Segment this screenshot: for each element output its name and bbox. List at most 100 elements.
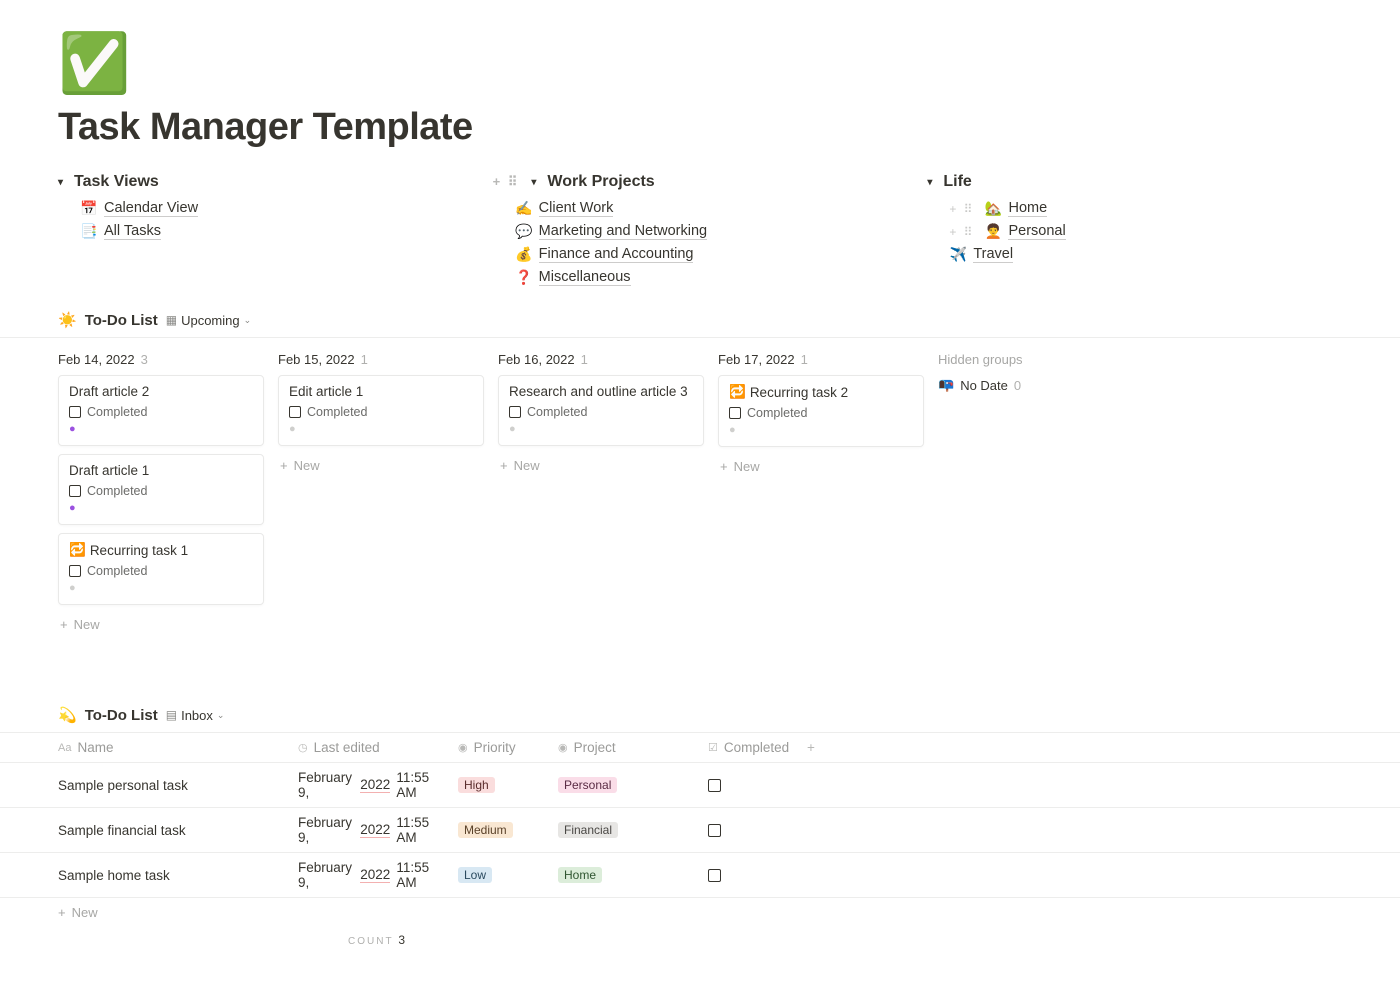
card-title: Research and outline article 3 [509,384,693,399]
page-title: Task Manager Template [58,106,1342,149]
priority-tag: High [458,777,495,793]
board-card[interactable]: 🔁Recurring task 2Completed● [718,375,924,447]
cell-project[interactable]: Financial [550,808,700,852]
toggle-triangle-icon[interactable]: ▾ [927,177,937,188]
card-completed-row: Completed [289,405,473,419]
cell-priority[interactable]: High [450,763,550,807]
toggle-item[interactable]: + ⠿🏡Home [949,197,1342,220]
column-count: 1 [581,352,588,367]
cell-completed[interactable] [700,808,796,852]
board-card[interactable]: Edit article 1Completed● [278,375,484,446]
card-title: 🔁Recurring task 2 [729,384,913,400]
page-icon[interactable]: ✅ [58,30,1342,98]
page-link-icon: ❓ [515,269,533,286]
cell-last-edited: February 9, 2022 11:55 AM [290,808,450,852]
add-column-button[interactable]: + [796,733,826,762]
cell-completed[interactable] [700,853,796,897]
new-row-button[interactable]: New [0,898,1400,927]
toggle-item[interactable]: + ⠿🧑‍🦱Personal [949,220,1342,243]
cell-name[interactable]: Sample home task [0,853,290,897]
column-date: Feb 14, 2022 [58,352,135,367]
card-completed-row: Completed [509,405,693,419]
page-link-icon: ✍️ [515,200,533,217]
card-title: Draft article 2 [69,384,253,399]
toggle-triangle-icon[interactable]: ▾ [58,177,68,188]
cell-name[interactable]: Sample financial task [0,808,290,852]
board-column-header[interactable]: Feb 14, 2022 3 [58,352,264,367]
board-card[interactable]: Research and outline article 3Completed● [498,375,704,446]
card-completed-row: Completed [69,405,253,419]
checkbox[interactable] [708,869,721,882]
col-completed[interactable]: ☑Completed [700,733,796,762]
toggle-item[interactable]: 💰Finance and Accounting [515,243,908,266]
priority-tag: Medium [458,822,513,838]
card-title: Draft article 1 [69,463,253,478]
card-completed-row: Completed [729,406,913,420]
toggle-item[interactable]: 💬Marketing and Networking [515,220,908,243]
checkbox[interactable] [69,565,81,577]
toggle-triangle-icon[interactable]: ▾ [531,177,541,188]
toggle-title: Task Views [74,173,159,191]
checkbox[interactable] [708,779,721,792]
board-view-switcher[interactable]: ▦ Upcoming ⌄ [166,313,251,328]
new-card-button[interactable]: New [718,455,924,478]
page-link-label: Personal [1008,223,1065,240]
toggle-item[interactable]: 📅Calendar View [80,197,473,220]
checkbox[interactable] [289,406,301,418]
checkbox[interactable] [69,406,81,418]
cell-completed[interactable] [700,763,796,807]
cell-name[interactable]: Sample personal task [0,763,290,807]
table-row[interactable]: Sample personal taskFebruary 9, 2022 11:… [0,763,1400,808]
cell-priority[interactable]: Low [450,853,550,897]
new-card-button[interactable]: New [498,454,704,477]
new-card-button[interactable]: New [278,454,484,477]
toggle-item[interactable]: ✍️Client Work [515,197,908,220]
col-last-edited[interactable]: ◷Last edited [290,733,450,762]
checkbox[interactable] [708,824,721,837]
table-view-switcher[interactable]: ▤ Inbox ⌄ [166,708,225,723]
add-drag-handle[interactable]: + ⠿ [493,174,520,190]
new-card-button[interactable]: New [58,613,264,636]
page-link-label: Miscellaneous [539,269,631,286]
clock-icon: ◷ [298,741,308,754]
board-column-header[interactable]: Feb 17, 20221 [718,352,924,367]
checkbox[interactable] [729,407,741,419]
add-drag-handle[interactable]: + ⠿ [949,225,974,239]
col-project[interactable]: ◉Project [550,733,700,762]
toggle-header[interactable]: ▾Life [927,173,1342,191]
toggle-item[interactable]: ❓ Miscellaneous [515,266,908,289]
board-card[interactable]: Draft article 2Completed● [58,375,264,446]
board-column-header[interactable]: Feb 15, 20221 [278,352,484,367]
priority-dot: ● [69,582,253,594]
chevron-down-icon: ⌄ [244,315,252,326]
col-priority[interactable]: ◉Priority [450,733,550,762]
page-link-label: Travel [973,246,1013,263]
board-card[interactable]: 🔁Recurring task 1Completed● [58,533,264,605]
board-column-header[interactable]: Feb 16, 20221 [498,352,704,367]
cell-project[interactable]: Personal [550,763,700,807]
toggle-header[interactable]: + ⠿▾Work Projects [493,173,908,191]
board-card[interactable]: Draft article 1Completed● [58,454,264,525]
column-count: 3 [141,352,148,367]
hidden-groups-label: Hidden groups [938,352,1098,367]
card-title: 🔁Recurring task 1 [69,542,253,558]
table-row[interactable]: Sample home taskFebruary 9, 2022 11:55 A… [0,853,1400,898]
inbox-table: AaName ◷Last edited ◉Priority ◉Project ☑… [0,732,1400,927]
board-title[interactable]: To-Do List [85,312,158,329]
page-link-icon: ✈️ [949,246,967,263]
hidden-group-item[interactable]: 📭No Date0 [938,377,1098,393]
add-drag-handle[interactable]: + ⠿ [949,202,974,216]
checkbox[interactable] [69,485,81,497]
col-name[interactable]: AaName [0,733,290,762]
table-row[interactable]: Sample financial taskFebruary 9, 2022 11… [0,808,1400,853]
cell-project[interactable]: Home [550,853,700,897]
toggle-header[interactable]: ▾ Task Views [58,173,473,191]
toggle-item[interactable]: ✈️ Travel [949,243,1342,266]
table-view-icon: ▤ [166,708,177,722]
table-title[interactable]: To-Do List [85,707,158,724]
checkbox[interactable] [509,406,521,418]
cell-priority[interactable]: Medium [450,808,550,852]
column-date: Feb 15, 2022 [278,352,355,367]
toggle-item[interactable]: 📑All Tasks [80,220,473,243]
recurring-icon: 🔁 [729,384,746,400]
